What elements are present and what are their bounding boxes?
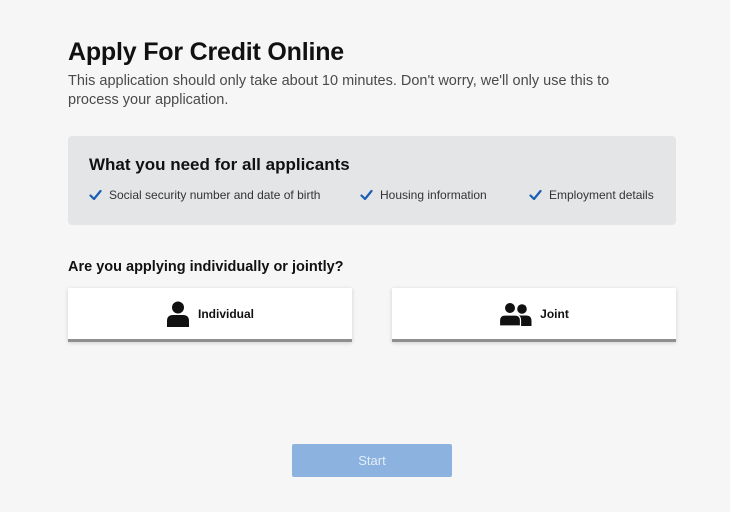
requirement-label: Social security number and date of birth <box>109 188 321 202</box>
two-people-icon <box>499 301 532 326</box>
checkmark-icon <box>529 189 542 201</box>
intro-text: This application should only take about … <box>68 73 610 108</box>
single-person-icon <box>166 301 189 327</box>
requirement-label: Housing information <box>380 188 487 202</box>
joint-option-label: Joint <box>540 306 569 321</box>
requirements-title: What you need for all applicants <box>89 155 350 174</box>
checkmark-icon <box>360 189 373 201</box>
credit-application-page: Apply For Credit Online This application… <box>68 0 676 512</box>
requirement-item-ssn: Social security number and date of birth <box>89 188 320 202</box>
requirement-item-housing: Housing information <box>360 188 487 202</box>
applicant-type-question: Are you applying individually or jointly… <box>68 259 344 275</box>
requirement-item-employment: Employment details <box>529 188 654 202</box>
page-title: Apply For Credit Online <box>68 38 344 66</box>
start-button[interactable]: Start <box>292 444 452 477</box>
individual-option-label: Individual <box>197 306 254 321</box>
checkmark-icon <box>89 189 102 201</box>
individual-option-button[interactable]: Individual <box>68 288 352 342</box>
joint-option-button[interactable]: Joint <box>392 288 676 342</box>
requirement-label: Employment details <box>549 188 654 202</box>
requirements-panel: What you need for all applicants Social … <box>68 136 676 225</box>
